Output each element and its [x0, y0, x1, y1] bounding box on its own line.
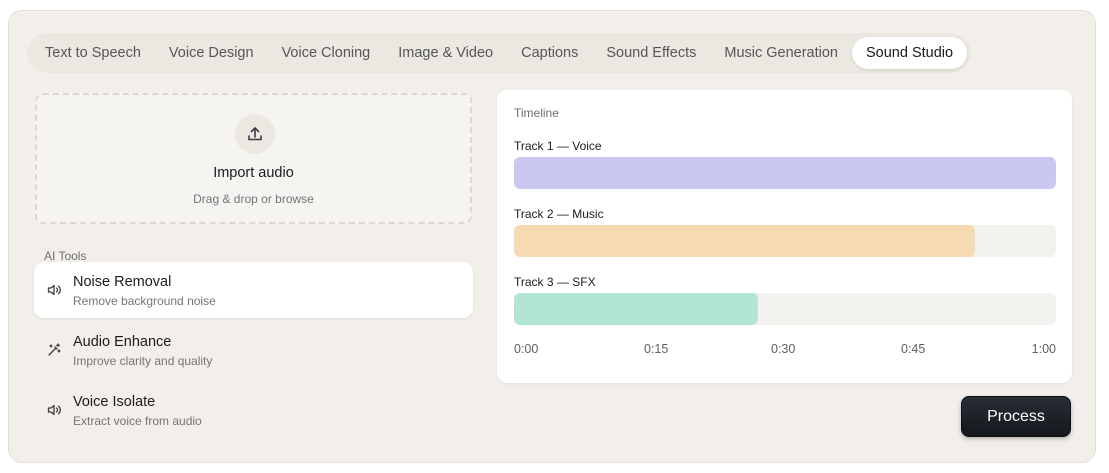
tab-text-to-speech[interactable]: Text to Speech: [31, 37, 155, 69]
track-3-clip[interactable]: [514, 293, 758, 325]
track-3-name: Track 3 — SFX: [514, 275, 596, 289]
timeline-panel: Timeline Track 1 — Voice Track 2 — Music…: [497, 90, 1072, 383]
tick-label: 0:15: [644, 342, 669, 356]
tab-sound-effects[interactable]: Sound Effects: [592, 37, 710, 69]
tick-label: 1:00: [1031, 342, 1056, 356]
tool-audio-enhance[interactable]: Audio Enhance Improve clarity and qualit…: [34, 322, 473, 378]
tab-bar: Text to Speech Voice Design Voice Clonin…: [27, 33, 972, 73]
track-2-name: Track 2 — Music: [514, 207, 604, 221]
speaker-icon: [46, 402, 62, 418]
upload-icon: [235, 114, 275, 154]
ai-tools-label: AI Tools: [44, 249, 87, 263]
tab-captions[interactable]: Captions: [507, 37, 592, 69]
tab-sound-studio[interactable]: Sound Studio: [852, 37, 968, 69]
import-audio-subtitle: Drag & drop or browse: [193, 192, 314, 206]
tick-label: 0:00: [514, 342, 539, 356]
sound-studio-card: Text to Speech Voice Design Voice Clonin…: [8, 10, 1096, 463]
tool-description: Remove background noise: [73, 294, 216, 308]
tool-name: Voice Isolate: [73, 394, 156, 410]
track-1-clip[interactable]: [514, 157, 1056, 189]
track-1-name: Track 1 — Voice: [514, 139, 602, 153]
tick-label: 0:30: [771, 342, 796, 356]
track-1-lane[interactable]: [514, 157, 1056, 189]
tab-voice-cloning[interactable]: Voice Cloning: [268, 37, 385, 69]
tab-voice-design[interactable]: Voice Design: [155, 37, 268, 69]
speaker-icon: [46, 282, 62, 298]
tick-label: 0:45: [901, 342, 926, 356]
tool-description: Improve clarity and quality: [73, 354, 213, 368]
tool-description: Extract voice from audio: [73, 414, 202, 428]
magic-wand-icon: [46, 342, 62, 358]
tool-voice-isolate[interactable]: Voice Isolate Extract voice from audio: [34, 382, 473, 438]
track-3-lane[interactable]: [514, 293, 1056, 325]
import-audio-title: Import audio: [213, 165, 294, 181]
timeline-ruler: 0:00 0:15 0:30 0:45 1:00: [514, 342, 1056, 358]
tool-noise-removal[interactable]: Noise Removal Remove background noise: [34, 262, 473, 318]
process-button[interactable]: Process: [961, 396, 1071, 437]
import-audio-dropzone[interactable]: Import audio Drag & drop or browse: [35, 93, 472, 224]
timeline-label: Timeline: [514, 106, 559, 120]
track-2-lane[interactable]: [514, 225, 1056, 257]
tool-name: Audio Enhance: [73, 334, 172, 350]
tab-image-video[interactable]: Image & Video: [384, 37, 507, 69]
tool-name: Noise Removal: [73, 274, 172, 290]
track-2-clip[interactable]: [514, 225, 975, 257]
tab-music-generation[interactable]: Music Generation: [710, 37, 852, 69]
